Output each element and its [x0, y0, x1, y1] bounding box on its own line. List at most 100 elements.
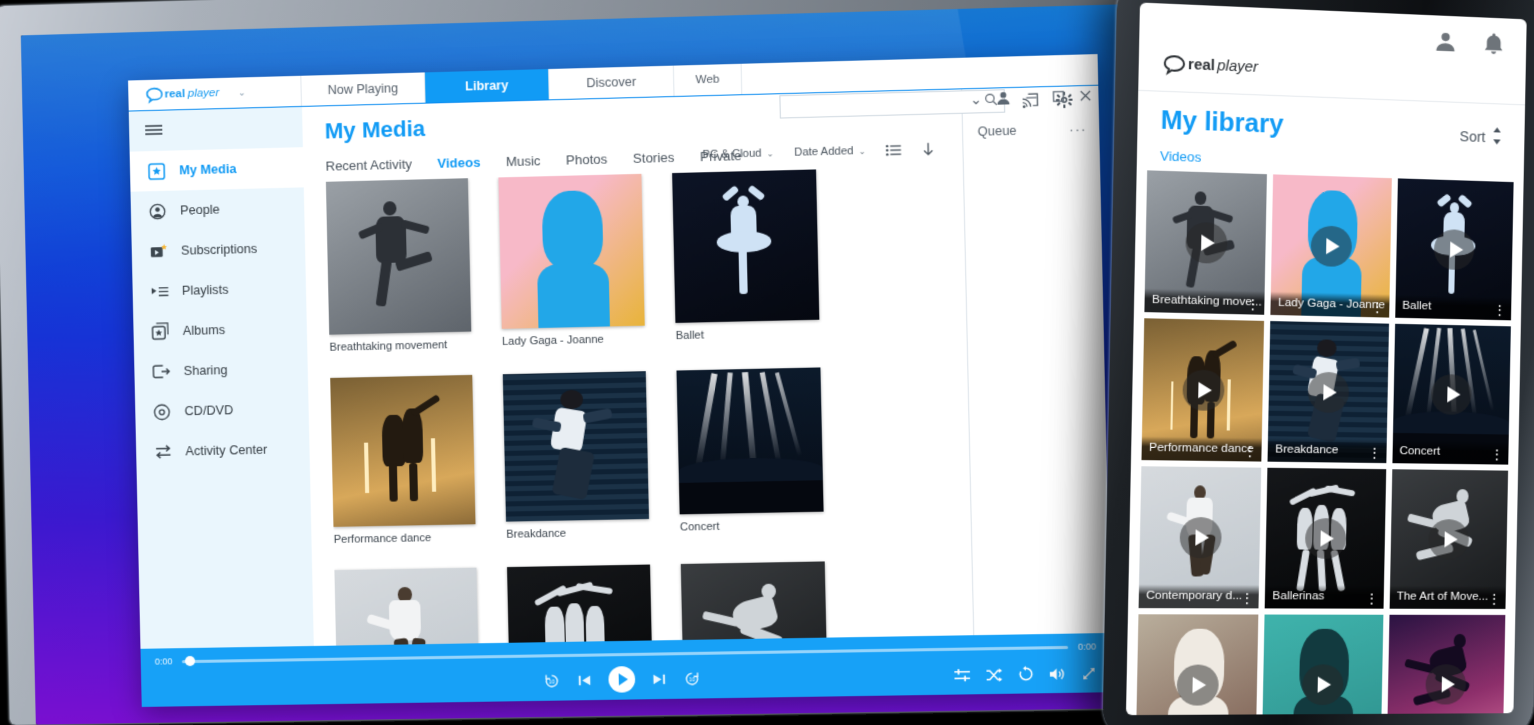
- tab-music[interactable]: Music: [506, 153, 541, 169]
- media-card[interactable]: [681, 561, 829, 646]
- volume-icon[interactable]: [1049, 666, 1067, 682]
- tab-stories[interactable]: Stories: [633, 150, 675, 166]
- queue-title: Queue: [977, 124, 1016, 139]
- tablet-media-grid: Breathtaking move...⋮ Lady Gaga - Joanne…: [1126, 170, 1524, 715]
- tile-overflow-menu[interactable]: ⋮: [1490, 449, 1503, 458]
- media-card[interactable]: Performance dance: [330, 375, 476, 548]
- queue-overflow-menu[interactable]: ···: [1069, 121, 1087, 138]
- media-thumbnail[interactable]: [330, 375, 475, 527]
- hamburger-menu-icon[interactable]: [129, 107, 303, 150]
- rewind-10-icon[interactable]: 10: [543, 672, 561, 689]
- player-right-controls: [953, 665, 1097, 684]
- seek-handle[interactable]: [185, 656, 195, 666]
- media-card[interactable]: Breathtaking movement: [326, 178, 472, 355]
- brand-chevron-down-icon[interactable]: ⌄: [238, 87, 246, 98]
- media-thumbnail[interactable]: [334, 567, 479, 646]
- tile-overflow-menu[interactable]: ⋮: [1493, 305, 1506, 314]
- media-thumbnail[interactable]: [681, 561, 828, 646]
- tablet-media-tile[interactable]: Concert⋮: [1392, 324, 1511, 465]
- media-thumbnail[interactable]: [507, 564, 653, 646]
- sidebar-item-label: Albums: [183, 323, 226, 338]
- tile-overflow-menu[interactable]: ⋮: [1488, 594, 1501, 603]
- tablet-media-tile[interactable]: [1262, 615, 1383, 716]
- fullscreen-icon[interactable]: [1081, 665, 1097, 681]
- media-thumbnail[interactable]: [498, 174, 644, 329]
- search-input[interactable]: [789, 95, 985, 112]
- sidebar-item-sharing[interactable]: Sharing: [134, 348, 308, 392]
- tablet-media-tile[interactable]: Breathtaking move...⋮: [1144, 170, 1267, 314]
- media-thumbnail[interactable]: [326, 178, 471, 334]
- source-filter-dropdown[interactable]: PC & Cloud ⌄: [702, 147, 773, 161]
- next-track-icon[interactable]: [651, 671, 667, 686]
- repeat-icon[interactable]: [1018, 666, 1035, 683]
- tablet-media-tile[interactable]: Ballerinas⋮: [1265, 468, 1386, 609]
- tablet-media-tile[interactable]: Lady Gaga - Joanne⋮: [1271, 174, 1392, 317]
- tablet-media-tile[interactable]: Contemporary d...⋮: [1139, 466, 1262, 608]
- list-view-icon[interactable]: [886, 144, 902, 157]
- tab-recent-activity[interactable]: Recent Activity: [325, 156, 412, 173]
- arrow-down-icon[interactable]: [922, 142, 935, 157]
- media-thumbnail[interactable]: [503, 371, 649, 521]
- sidebar-item-my-media[interactable]: My Media: [130, 147, 304, 192]
- equalizer-icon[interactable]: [953, 667, 971, 683]
- tile-overflow-menu[interactable]: ⋮: [1368, 448, 1381, 457]
- tab-web[interactable]: Web: [674, 64, 742, 96]
- sort-updown-icon: [1491, 127, 1502, 147]
- maximize-button[interactable]: [1051, 90, 1065, 104]
- play-button[interactable]: [608, 666, 635, 693]
- sidebar-item-playlists[interactable]: Playlists: [132, 268, 306, 312]
- media-card[interactable]: Breakdance: [503, 371, 650, 544]
- tablet-sort-button[interactable]: Sort: [1459, 126, 1502, 148]
- account-chevron-down-icon[interactable]: ⌄: [970, 91, 982, 106]
- marketing-composition: real player ⌄ Now Playing Library Discov…: [0, 0, 1534, 725]
- close-button[interactable]: [1079, 89, 1093, 103]
- sidebar-item-label: My Media: [179, 162, 236, 178]
- media-grid: Breathtaking movement Lady Gaga - Joanne…: [326, 166, 973, 646]
- sidebar-item-people[interactable]: People: [130, 187, 304, 231]
- media-card[interactable]: Lady Gaga - Joanne: [498, 174, 645, 352]
- tile-overflow-menu[interactable]: ⋮: [1240, 593, 1254, 602]
- tab-photos[interactable]: Photos: [566, 151, 608, 167]
- tile-overflow-menu[interactable]: ⋮: [1243, 446, 1257, 455]
- sidebar-item-label: CD/DVD: [184, 403, 233, 418]
- media-card-label: Breakdance: [506, 526, 649, 543]
- sidebar-item-cd-dvd[interactable]: CD/DVD: [135, 388, 309, 432]
- media-card[interactable]: Concert: [676, 367, 824, 541]
- media-thumbnail[interactable]: [676, 367, 823, 514]
- tablet-media-tile[interactable]: Performance dance⋮: [1141, 318, 1264, 461]
- forward-10-icon[interactable]: 10: [683, 670, 701, 687]
- tablet-media-tile[interactable]: [1386, 615, 1505, 715]
- notifications-bell-icon[interactable]: [1483, 32, 1505, 61]
- media-card[interactable]: Ballet: [672, 169, 820, 348]
- media-card[interactable]: Ballerinas: [507, 564, 654, 646]
- tile-overflow-menu[interactable]: ⋮: [1246, 299, 1260, 309]
- sidebar-item-albums[interactable]: Albums: [133, 308, 307, 352]
- sidebar-item-subscriptions[interactable]: Subscriptions: [131, 228, 305, 272]
- account-icon[interactable]: [1434, 29, 1458, 58]
- seek-slider[interactable]: [181, 645, 1068, 662]
- shuffle-icon[interactable]: [985, 667, 1003, 683]
- sidebar-item-activity-center[interactable]: Activity Center: [136, 429, 310, 473]
- tablet-media-tile[interactable]: The Art of Move...⋮: [1389, 469, 1508, 609]
- sort-by-dropdown[interactable]: Date Added ⌄: [794, 145, 866, 159]
- tablet-media-tile[interactable]: Breakdance⋮: [1268, 321, 1389, 463]
- media-card[interactable]: Contemporary dance: [334, 567, 480, 646]
- tab-library[interactable]: Library: [425, 69, 550, 103]
- tab-discover[interactable]: Discover: [549, 66, 674, 100]
- tab-now-playing[interactable]: Now Playing: [301, 72, 425, 106]
- tile-overflow-menu[interactable]: ⋮: [1371, 302, 1384, 312]
- tab-videos[interactable]: Videos: [437, 155, 480, 171]
- tablet-media-tile[interactable]: Ballet⋮: [1395, 178, 1514, 320]
- playlist-icon: [150, 282, 170, 301]
- previous-track-icon[interactable]: [577, 672, 593, 687]
- thumbnail-artwork: [334, 567, 479, 646]
- sidebar-item-label: Activity Center: [185, 443, 267, 459]
- tile-overflow-menu[interactable]: ⋮: [1365, 593, 1378, 602]
- media-thumbnail[interactable]: [672, 169, 819, 323]
- tablet-media-tile[interactable]: [1136, 614, 1259, 715]
- account-icon[interactable]: [995, 90, 1011, 106]
- subscriptions-star-icon: [149, 241, 169, 261]
- library-content: My Media Recent Activity Videos Music Ph…: [302, 89, 973, 646]
- minimize-button[interactable]: [1024, 90, 1038, 104]
- brand-cell[interactable]: real player ⌄: [128, 76, 302, 111]
